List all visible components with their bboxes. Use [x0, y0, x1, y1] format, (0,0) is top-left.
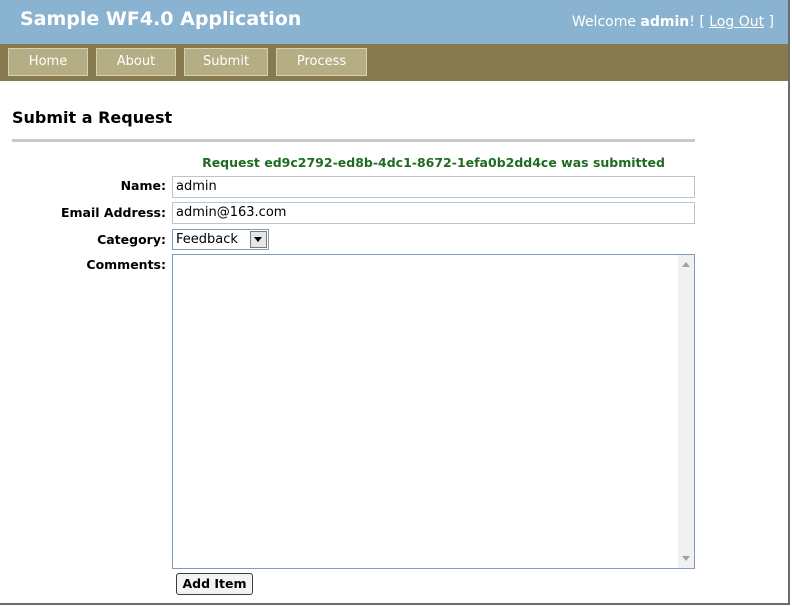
header-bar: Sample WF4.0 Application Welcome admin! … — [0, 0, 788, 44]
title-divider — [12, 139, 695, 142]
email-input[interactable]: admin@163.com — [172, 202, 695, 224]
login-bracket-close: ] — [768, 14, 774, 30]
category-label: Category: — [97, 232, 166, 247]
name-input[interactable]: admin — [172, 176, 695, 198]
logout-link[interactable]: Log Out — [709, 14, 764, 30]
app-title: Sample WF4.0 Application — [20, 8, 302, 30]
page-title: Submit a Request — [12, 108, 173, 127]
nav-menu: Home About Submit Process — [0, 44, 788, 81]
comments-textarea[interactable] — [172, 254, 695, 569]
name-label: Name: — [120, 178, 166, 193]
welcome-text: Welcome — [571, 14, 636, 30]
scroll-up-arrow-icon[interactable] — [682, 262, 690, 267]
login-display: Welcome admin! [ Log Out ] — [572, 14, 774, 30]
textarea-scrollbar[interactable] — [678, 255, 694, 568]
menu-item-about[interactable]: About — [96, 48, 176, 76]
category-selected-value: Feedback — [176, 232, 238, 247]
add-item-button[interactable]: Add Item — [176, 573, 253, 595]
dropdown-arrow-icon[interactable] — [250, 231, 267, 248]
menu-item-submit[interactable]: Submit — [184, 48, 268, 76]
comments-label: Comments: — [86, 257, 166, 272]
menu-item-process[interactable]: Process — [276, 48, 367, 76]
email-label: Email Address: — [60, 205, 166, 220]
submission-message: Request ed9c2792-ed8b-4dc1-8672-1efa0b2d… — [202, 155, 665, 170]
scroll-down-arrow-icon[interactable] — [682, 556, 690, 561]
menu-item-home[interactable]: Home — [8, 48, 88, 76]
username: admin — [640, 14, 690, 30]
login-bracket-open: ! [ — [689, 14, 705, 30]
category-select[interactable]: Feedback — [172, 229, 269, 250]
